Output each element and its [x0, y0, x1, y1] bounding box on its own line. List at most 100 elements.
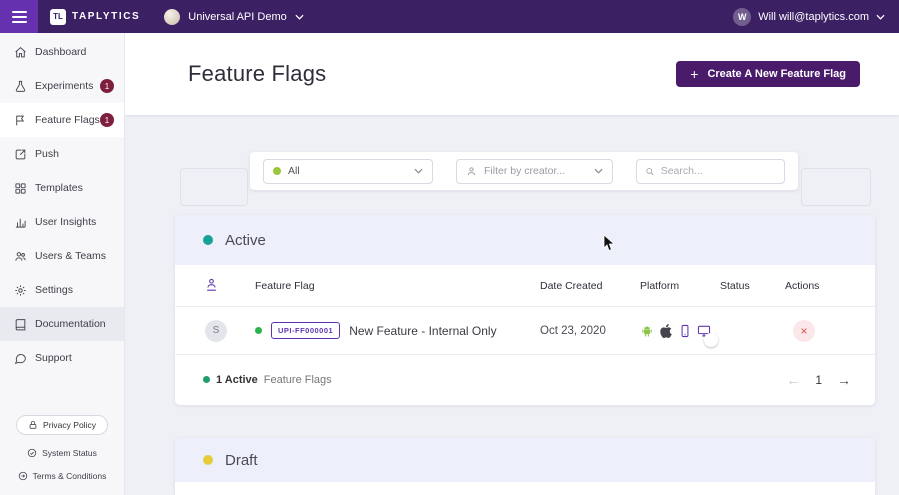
search-icon: [646, 167, 654, 175]
mobile-icon: [681, 324, 689, 337]
push-icon: [15, 149, 26, 159]
sidebar-item-label: Feature Flags: [35, 114, 100, 126]
date-created-cell: Oct 23, 2020: [540, 324, 606, 337]
create-feature-flag-button[interactable]: + Create A New Feature Flag: [676, 61, 860, 87]
sidebar-item-label: Settings: [35, 284, 73, 296]
bar-chart-icon: [15, 218, 26, 228]
active-count: 1 Active: [216, 373, 258, 386]
column-actions: Actions: [785, 279, 820, 292]
arrow-circle-icon: [18, 471, 27, 481]
chevron-down-icon: [876, 14, 885, 20]
draft-section-title: Draft: [225, 451, 258, 469]
delete-flag-button[interactable]: ×: [793, 319, 815, 342]
menu-button[interactable]: [0, 0, 38, 33]
sidebar-item-label: Users & Teams: [35, 250, 106, 262]
taplytics-logo-text: TAPLYTICS: [72, 11, 141, 22]
page-content: All Filter by creator... Active: [125, 115, 899, 495]
next-page-arrow[interactable]: →: [837, 372, 851, 388]
templates-grid-icon: [15, 182, 26, 194]
flag-id-badge: UPI-FF000001: [271, 322, 341, 339]
search-box: [636, 158, 785, 184]
system-status-label: System Status: [42, 448, 97, 458]
sidebar-item-settings[interactable]: Settings: [0, 273, 124, 307]
carousel-card-left: [180, 168, 248, 206]
draft-status-dot-icon: [203, 455, 213, 465]
table-header: Feature Flag Date Created Platform Statu…: [175, 265, 875, 307]
table-row[interactable]: S UPI-FF000001 New Feature - Internal On…: [175, 307, 875, 355]
apple-icon: [660, 323, 672, 338]
status-dot-icon: [273, 167, 281, 175]
android-icon: [642, 326, 652, 336]
draft-flags-card: Draft: [175, 438, 875, 495]
topbar: TL TAPLYTICS Universal API Demo W Will w…: [0, 0, 899, 33]
column-feature-flag: Feature Flag: [255, 279, 315, 292]
sidebar-item-label: Templates: [35, 182, 83, 194]
sidebar-item-support[interactable]: Support: [0, 341, 124, 375]
book-icon: [15, 318, 26, 330]
status-check-icon: [27, 448, 37, 458]
creator-filter-dropdown[interactable]: Filter by creator...: [456, 158, 613, 184]
user-menu[interactable]: W Will will@taplytics.com: [733, 7, 899, 26]
carousel-card-right: [801, 168, 871, 206]
chevron-down-icon: [295, 14, 304, 20]
gear-icon: [15, 284, 26, 296]
sidebar-item-label: Push: [35, 148, 59, 160]
actions-cell: ×: [785, 319, 855, 342]
experiments-count-badge: 1: [100, 79, 114, 93]
privacy-policy-label: Privacy Policy: [43, 420, 96, 430]
project-avatar: [164, 8, 181, 25]
person-icon: [467, 166, 476, 175]
active-section-title: Active: [225, 231, 266, 249]
feature-flag-cell: UPI-FF000001 New Feature - Internal Only: [255, 322, 540, 339]
active-section-header: Active: [175, 215, 875, 265]
flag-active-dot-icon: [255, 327, 262, 334]
active-flags-card: Active Feature Flag Date Created Platfor…: [175, 215, 875, 405]
sidebar-item-label: Experiments: [35, 80, 94, 92]
page-header: Feature Flags + Create A New Feature Fla…: [125, 33, 899, 115]
flag-name-link[interactable]: New Feature - Internal Only: [349, 324, 496, 338]
main-area: Feature Flags + Create A New Feature Fla…: [125, 33, 899, 495]
sidebar-item-templates[interactable]: Templates: [0, 171, 124, 205]
user-avatar: W: [733, 7, 752, 26]
draft-section-header: Draft: [175, 438, 875, 482]
plus-icon: +: [690, 66, 699, 82]
lock-icon: [29, 420, 37, 429]
flask-icon: [15, 80, 26, 92]
sidebar-item-users-teams[interactable]: Users & Teams: [0, 239, 124, 273]
filter-bar: All Filter by creator...: [250, 152, 798, 190]
prev-page-arrow[interactable]: ←: [786, 372, 800, 388]
active-table-footer: 1 Active Feature Flags ← 1 →: [175, 355, 875, 404]
sidebar-item-feature-flags[interactable]: Feature Flags 1: [0, 103, 124, 137]
sidebar-item-dashboard[interactable]: Dashboard: [0, 35, 124, 69]
project-selector[interactable]: Universal API Demo: [164, 8, 304, 25]
flag-icon: [16, 115, 25, 125]
page-title: Feature Flags: [188, 61, 327, 86]
create-button-label: Create A New Feature Flag: [707, 68, 846, 80]
privacy-policy-button[interactable]: Privacy Policy: [16, 415, 108, 435]
sidebar: Dashboard Experiments 1 Feature Flags 1 …: [0, 33, 125, 495]
column-date-created: Date Created: [540, 279, 603, 292]
active-status-dot-icon: [203, 235, 213, 245]
pagination: ← 1 →: [786, 372, 851, 388]
system-status-link[interactable]: System Status: [27, 448, 97, 458]
active-count-dot-icon: [203, 376, 210, 383]
sidebar-item-user-insights[interactable]: User Insights: [0, 205, 124, 239]
taplytics-logo-icon: TL: [50, 8, 66, 25]
project-name: Universal API Demo: [188, 10, 287, 23]
terms-conditions-link[interactable]: Terms & Conditions: [18, 471, 107, 481]
feature-flags-count-badge: 1: [100, 113, 114, 127]
sidebar-item-push[interactable]: Push: [0, 137, 124, 171]
sidebar-item-experiments[interactable]: Experiments 1: [0, 69, 124, 103]
terms-conditions-label: Terms & Conditions: [32, 471, 107, 481]
home-icon: [15, 46, 26, 57]
sidebar-item-documentation[interactable]: Documentation: [0, 307, 124, 341]
active-count-label: Feature Flags: [263, 373, 332, 386]
sidebar-item-label: Dashboard: [35, 46, 87, 58]
chevron-down-icon: [414, 168, 423, 174]
creator-avatar: S: [205, 319, 227, 342]
creator-column-icon[interactable]: [205, 277, 255, 295]
search-input[interactable]: [660, 165, 776, 177]
toggle-knob: [704, 332, 718, 347]
current-page: 1: [815, 372, 822, 387]
status-filter-dropdown[interactable]: All: [263, 158, 433, 184]
